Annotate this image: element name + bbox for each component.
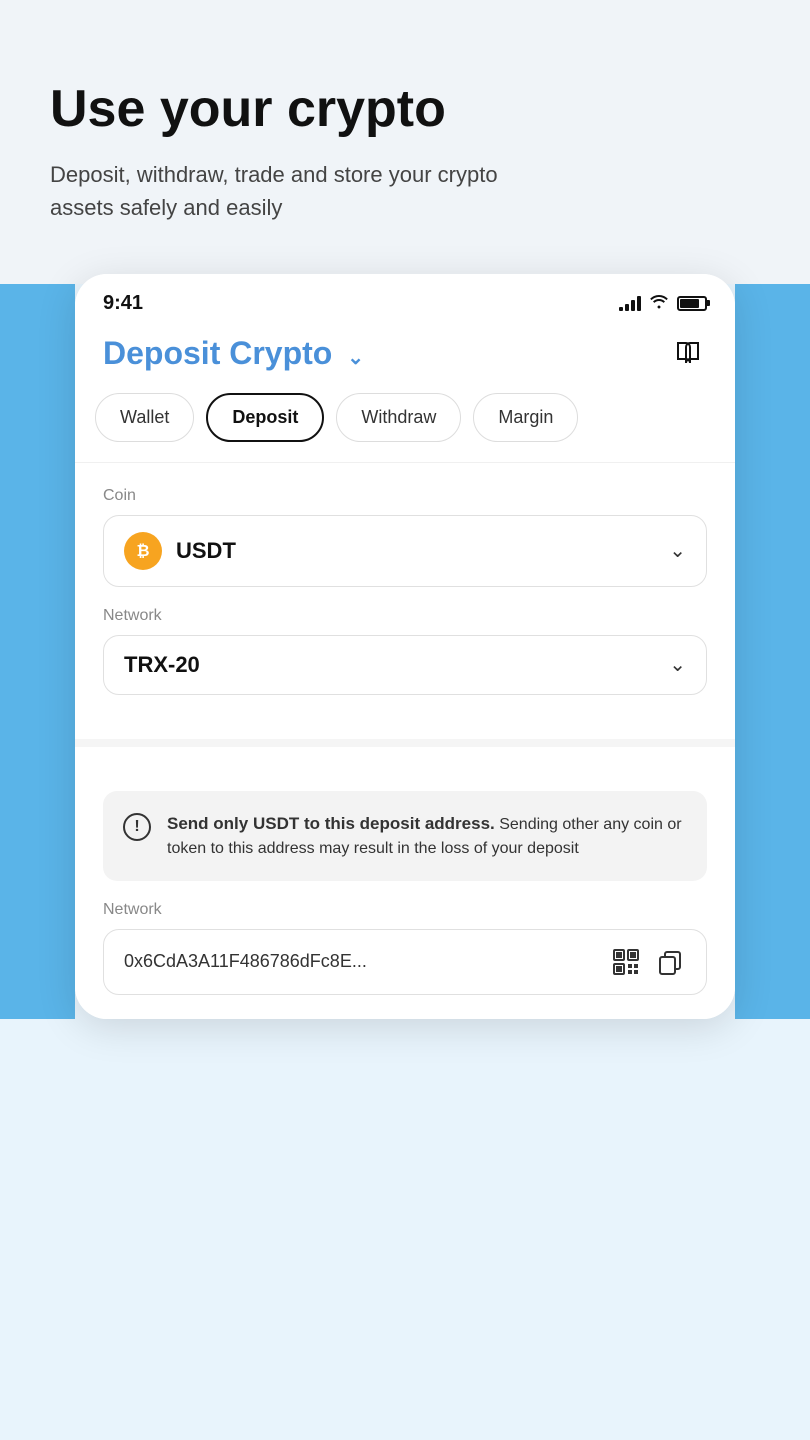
hero-subtitle: Deposit, withdraw, trade and store your … (50, 158, 550, 224)
network-chevron-icon: ⌄ (669, 652, 686, 677)
tab-deposit[interactable]: Deposit (206, 393, 324, 442)
address-label: Network (103, 901, 707, 919)
warning-icon: ! (123, 813, 151, 841)
book-icon[interactable] (669, 335, 707, 373)
status-bar: 9:41 (75, 274, 735, 325)
qr-icon[interactable] (610, 946, 642, 978)
header-dropdown-icon[interactable]: ⌄ (347, 345, 364, 370)
header-title: Deposit Crypto ⌄ (103, 335, 364, 372)
phone-card: 9:41 (75, 274, 735, 1019)
signal-icon (619, 295, 641, 311)
tab-margin[interactable]: Margin (473, 393, 578, 442)
hero-title: Use your crypto (50, 80, 760, 140)
tabs-section: Wallet Deposit Withdraw Margin (75, 393, 735, 463)
tab-withdraw[interactable]: Withdraw (336, 393, 461, 442)
warning-text: Send only USDT to this deposit address. … (167, 811, 687, 861)
address-actions (610, 946, 686, 978)
tabs-row: Wallet Deposit Withdraw Margin (95, 393, 715, 442)
network-label: Network (103, 607, 707, 625)
blue-side-left (0, 284, 75, 1019)
coin-value: USDT (176, 538, 236, 564)
network-selector[interactable]: TRX-20 ⌄ (103, 635, 707, 695)
coin-icon: ₿ (124, 532, 162, 570)
tab-wallet[interactable]: Wallet (95, 393, 194, 442)
status-time: 9:41 (103, 292, 143, 315)
hero-section: Use your crypto Deposit, withdraw, trade… (0, 0, 810, 284)
section-divider (75, 739, 735, 747)
warning-box: ! Send only USDT to this deposit address… (103, 791, 707, 881)
phone-layout: 9:41 (0, 284, 810, 1019)
header-title-plain: Deposit (103, 335, 220, 371)
form-section: Coin ₿ USDT ⌄ Network TRX-20 (75, 463, 735, 739)
address-value: 0x6CdA3A11F486786dFc8E... (124, 951, 600, 972)
warning-bold: Send only USDT to this deposit address. (167, 814, 495, 833)
wifi-icon (649, 293, 669, 314)
header-title-colored: Crypto (229, 335, 332, 371)
copy-icon[interactable] (654, 946, 686, 978)
coin-label: Coin (103, 487, 707, 505)
address-section: ! Send only USDT to this deposit address… (75, 747, 735, 1019)
status-icons (619, 293, 707, 314)
phone-container: 9:41 (75, 284, 735, 1019)
coin-selector[interactable]: ₿ USDT ⌄ (103, 515, 707, 587)
battery-icon (677, 296, 707, 311)
svg-text:₿: ₿ (136, 542, 149, 560)
phone-header: Deposit Crypto ⌄ (75, 325, 735, 393)
address-box: 0x6CdA3A11F486786dFc8E... (103, 929, 707, 995)
network-value: TRX-20 (124, 652, 200, 678)
blue-side-right (735, 284, 810, 1019)
coin-chevron-icon: ⌄ (669, 538, 686, 563)
